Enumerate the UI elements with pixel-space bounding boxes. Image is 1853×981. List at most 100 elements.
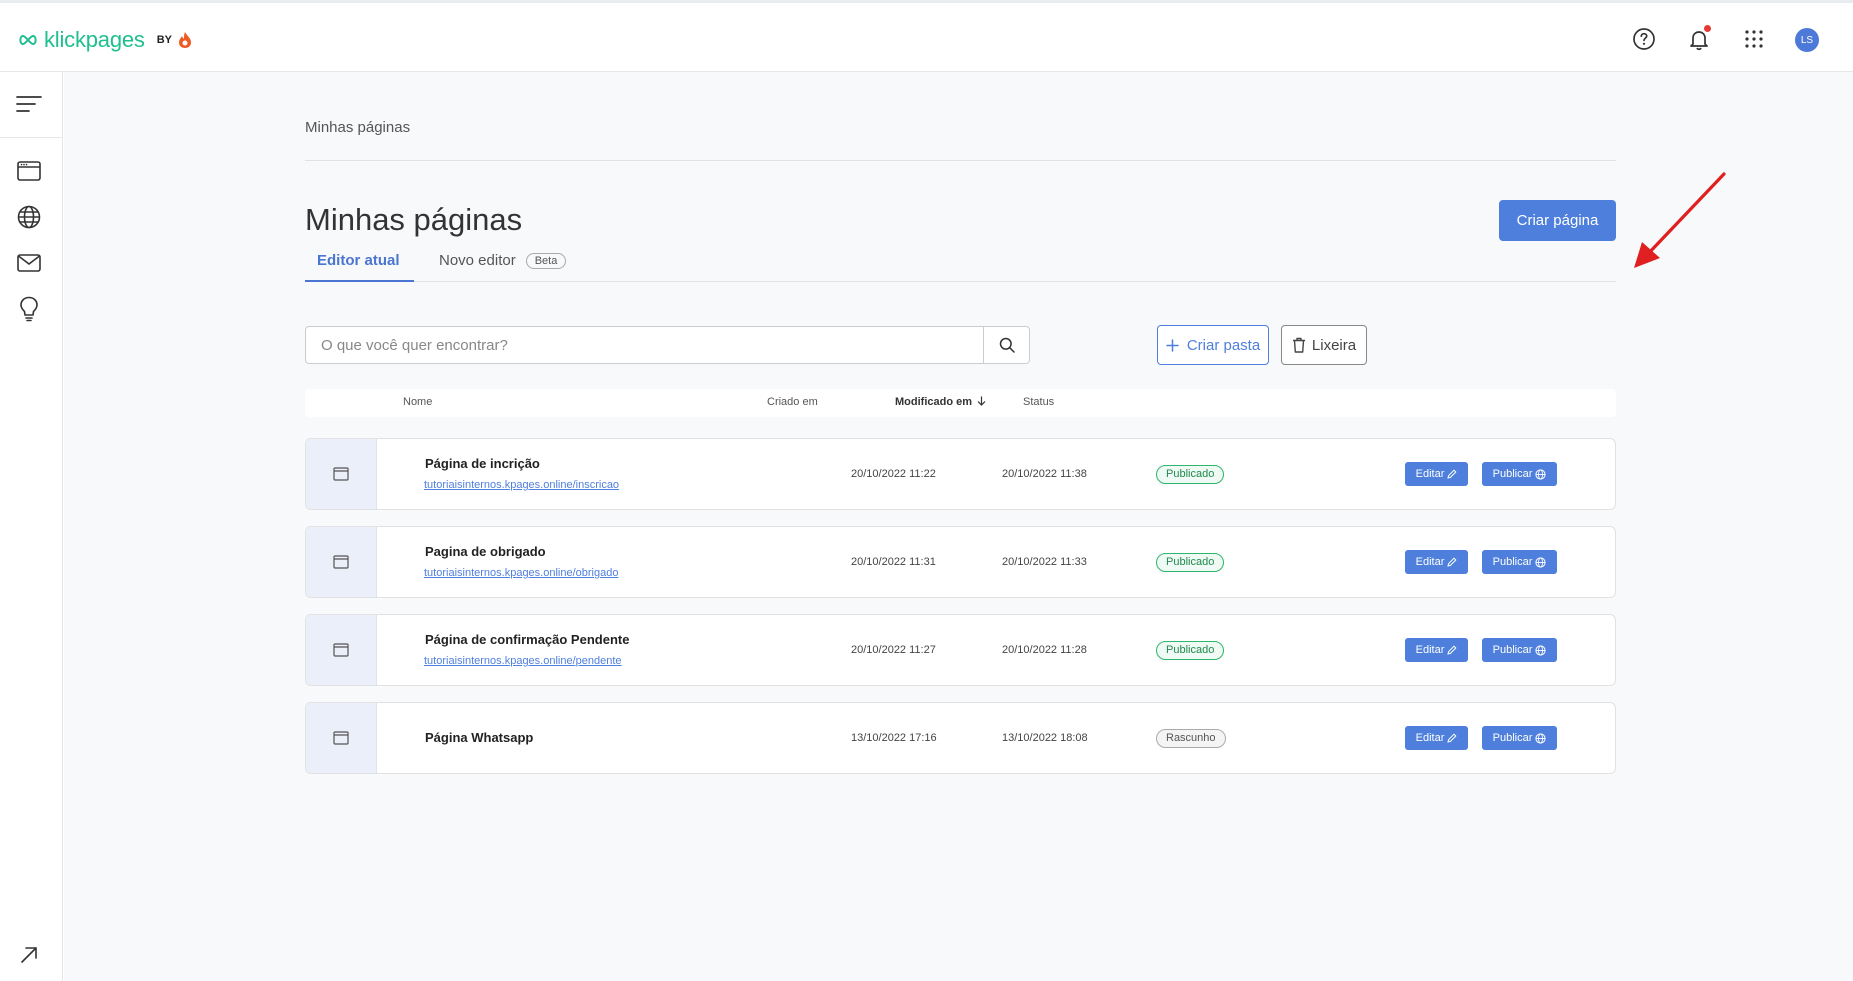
column-modified-label: Modificado em (895, 396, 973, 408)
top-bar: klickpages BY LS (0, 0, 1853, 72)
publish-label: Publicar (1492, 556, 1533, 568)
globe-icon (17, 205, 41, 229)
page-thumbnail (306, 615, 377, 685)
publish-button[interactable]: Publicar (1482, 462, 1557, 486)
status-badge: Publicado (1156, 641, 1225, 660)
edit-button[interactable]: Editar (1405, 462, 1468, 486)
user-avatar[interactable]: LS (1795, 28, 1819, 52)
trash-button[interactable]: Lixeira (1281, 325, 1367, 365)
table-row[interactable]: Página de confirmação Pendente tutoriais… (305, 614, 1616, 686)
publish-button[interactable]: Publicar (1482, 726, 1557, 750)
notification-dot (1704, 25, 1711, 32)
edit-label: Editar (1415, 468, 1445, 480)
search-bar (305, 326, 1030, 364)
browser-window-icon (333, 731, 349, 745)
plus-icon (1166, 338, 1179, 352)
tab-new-editor-label: Novo editor (439, 252, 516, 269)
column-name[interactable]: Nome (403, 396, 432, 408)
sidebar-item-pages[interactable] (16, 158, 42, 184)
sidebar (0, 72, 63, 981)
globe-icon (1535, 732, 1546, 744)
browser-window-icon (333, 555, 349, 569)
tab-new-editor[interactable]: Novo editor Beta (439, 252, 567, 282)
search-button[interactable] (983, 326, 1030, 364)
tab-current-editor[interactable]: Editor atual (305, 252, 414, 282)
editor-tabs: Editor atual Novo editor Beta (305, 252, 1616, 282)
sidebar-item-ideas[interactable] (16, 296, 42, 322)
publish-button[interactable]: Publicar (1482, 638, 1557, 662)
lightbulb-icon (20, 296, 38, 322)
sidebar-expand-button[interactable] (16, 942, 42, 968)
globe-icon (1535, 556, 1546, 568)
table-row[interactable]: Pagina de obrigado tutoriaisinternos.kpa… (305, 526, 1616, 598)
trash-icon (1292, 337, 1305, 353)
arrow-down-icon (977, 396, 986, 406)
page-name[interactable]: Pagina de obrigado (425, 544, 546, 559)
breadcrumb[interactable]: Minhas páginas (305, 119, 410, 136)
apps-button[interactable] (1740, 25, 1768, 53)
globe-icon (1535, 644, 1546, 656)
publish-button[interactable]: Publicar (1482, 550, 1557, 574)
modified-date: 13/10/2022 18:08 (1002, 732, 1088, 744)
sidebar-menu-toggle[interactable] (16, 91, 42, 117)
modified-date: 20/10/2022 11:33 (1002, 556, 1087, 568)
edit-button[interactable]: Editar (1405, 726, 1468, 750)
modified-date: 20/10/2022 11:38 (1002, 468, 1087, 480)
mail-icon (17, 254, 41, 272)
status-badge: Publicado (1156, 553, 1225, 572)
annotation-arrow (1634, 172, 1726, 268)
edit-button[interactable]: Editar (1405, 638, 1468, 662)
create-page-button[interactable]: Criar página (1499, 200, 1616, 241)
sidebar-item-domains[interactable] (16, 204, 42, 230)
sidebar-divider (0, 137, 63, 138)
edit-label: Editar (1415, 556, 1445, 568)
column-created[interactable]: Criado em (767, 396, 818, 408)
page-name[interactable]: Página Whatsapp (425, 730, 533, 745)
search-icon (999, 337, 1015, 353)
grid-dots-icon (1745, 30, 1763, 48)
column-status[interactable]: Status (1023, 396, 1054, 408)
page-name[interactable]: Página de confirmação Pendente (425, 632, 629, 647)
column-modified[interactable]: Modificado em (895, 396, 986, 408)
pencil-icon (1447, 733, 1457, 743)
page-url[interactable]: tutoriaisinternos.kpages.online/obrigado (424, 567, 618, 579)
table-header: Nome Criado em Modificado em Status (305, 389, 1616, 417)
created-date: 20/10/2022 11:22 (851, 468, 936, 480)
page-name[interactable]: Página de incrição (425, 456, 540, 471)
browser-window-icon (333, 467, 349, 481)
beta-badge: Beta (525, 253, 567, 269)
sidebar-item-email[interactable] (16, 250, 42, 276)
page-thumbnail (306, 703, 377, 773)
flame-icon (179, 32, 191, 48)
created-date: 13/10/2022 17:16 (851, 732, 937, 744)
created-date: 20/10/2022 11:27 (851, 644, 936, 656)
klickpages-logo[interactable]: klickpages BY (18, 27, 192, 53)
edit-label: Editar (1415, 644, 1445, 656)
page-url[interactable]: tutoriaisinternos.kpages.online/pendente (424, 655, 622, 667)
status-badge: Publicado (1156, 465, 1225, 484)
page-thumbnail (306, 439, 377, 509)
create-folder-label: Criar pasta (1186, 336, 1261, 354)
edit-label: Editar (1415, 732, 1445, 744)
menu-icon (16, 96, 42, 112)
create-folder-button[interactable]: Criar pasta (1157, 325, 1269, 365)
infinity-icon (19, 34, 37, 46)
page-url[interactable]: tutoriaisinternos.kpages.online/inscrica… (424, 479, 619, 491)
browser-window-icon (17, 161, 41, 181)
table-row[interactable]: Página Whatsapp 13/10/2022 17:16 13/10/2… (305, 702, 1616, 774)
page-title: Minhas páginas (305, 202, 523, 237)
notifications-button[interactable] (1685, 25, 1713, 53)
pencil-icon (1447, 645, 1457, 655)
publish-label: Publicar (1492, 644, 1533, 656)
table-row[interactable]: Página de incrição tutoriaisinternos.kpa… (305, 438, 1616, 510)
edit-button[interactable]: Editar (1405, 550, 1468, 574)
publish-label: Publicar (1492, 732, 1533, 744)
publish-label: Publicar (1492, 468, 1533, 480)
page-thumbnail (306, 527, 377, 597)
external-arrow-icon (21, 947, 37, 963)
search-input[interactable] (305, 326, 983, 364)
help-button[interactable] (1630, 25, 1658, 53)
trash-label: Lixeira (1311, 336, 1357, 354)
breadcrumb-divider (305, 160, 1616, 161)
created-date: 20/10/2022 11:31 (851, 556, 936, 568)
